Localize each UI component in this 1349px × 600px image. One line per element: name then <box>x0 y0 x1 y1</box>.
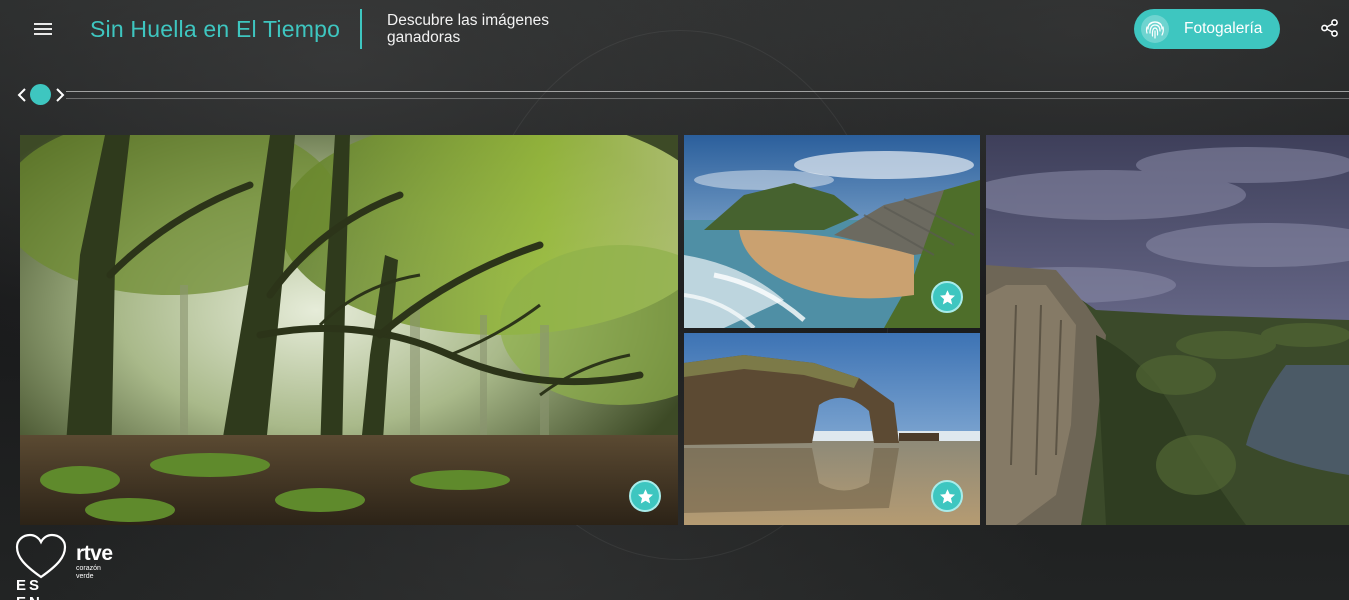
star-icon <box>637 488 653 503</box>
rtve-tagline-line1: corazón <box>76 565 101 572</box>
star-badge[interactable] <box>931 480 963 512</box>
star-badge[interactable] <box>629 480 661 512</box>
timeline-knob[interactable] <box>30 84 51 105</box>
site-title[interactable]: Sin Huella en El Tiempo <box>90 16 340 43</box>
star-icon <box>939 289 955 304</box>
forest-image <box>20 135 678 525</box>
photo-forest[interactable] <box>20 135 678 525</box>
header: Sin Huella en El Tiempo Descubre las imá… <box>0 0 1349 60</box>
timeline-slider <box>14 82 1349 108</box>
canyon-image <box>986 135 1349 525</box>
photo-cliffs-beach[interactable] <box>684 135 980 328</box>
fotogaleria-button[interactable]: Fotogalería <box>1134 9 1280 49</box>
rtve-wordmark: rtve <box>76 542 113 565</box>
fingerprint-icon <box>1141 15 1169 43</box>
title-divider <box>360 9 362 49</box>
es-en-logo[interactable]: ES EN <box>14 533 68 600</box>
share-icon[interactable] <box>1320 18 1340 38</box>
chevron-left-icon[interactable] <box>16 86 28 104</box>
heart-icon <box>15 533 67 579</box>
photo-canyon[interactable] <box>986 135 1349 525</box>
star-icon <box>939 488 955 503</box>
hamburger-menu-icon[interactable] <box>32 20 54 38</box>
es-en-text: ES EN <box>16 577 43 600</box>
header-subtitle: Descubre las imágenes ganadoras <box>387 12 549 46</box>
photo-rock-arch[interactable] <box>684 333 980 525</box>
star-badge[interactable] <box>931 281 963 313</box>
timeline-track[interactable] <box>66 91 1349 99</box>
chevron-right-icon[interactable] <box>54 86 66 104</box>
rtve-logo[interactable]: rtve corazón verde <box>76 543 146 588</box>
fotogaleria-label: Fotogalería <box>1184 20 1263 37</box>
rtve-tagline-line2: verde <box>76 573 94 580</box>
